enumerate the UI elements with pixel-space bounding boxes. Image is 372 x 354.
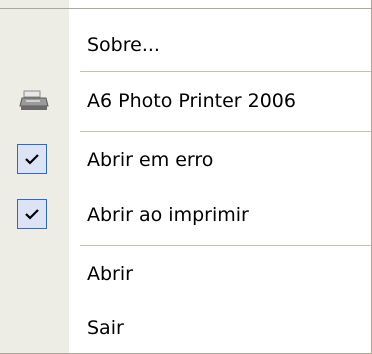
menu-item-label: A6 Photo Printer 2006 bbox=[87, 90, 296, 112]
menu-item-abrir[interactable]: Abrir bbox=[0, 252, 371, 296]
menu-item-label: Abrir ao imprimir bbox=[87, 204, 249, 226]
menu-top-border bbox=[0, 8, 371, 9]
menu-item-label: Sobre... bbox=[87, 34, 160, 56]
check-icon bbox=[17, 144, 47, 174]
menu-item-sobre[interactable]: Sobre... bbox=[0, 23, 371, 67]
menu-item-sair[interactable]: Sair bbox=[0, 306, 371, 350]
printer-icon bbox=[19, 89, 49, 118]
menu-item-label: Sair bbox=[87, 317, 124, 339]
menu-item-abrir-ao-imprimir[interactable]: Abrir ao imprimir bbox=[0, 193, 371, 237]
menu-item-label: Abrir bbox=[87, 263, 133, 285]
menu-item-printer[interactable]: A6 Photo Printer 2006 bbox=[0, 79, 371, 123]
menu-separator bbox=[80, 131, 371, 132]
menu-separator bbox=[80, 245, 371, 246]
menu-item-label: Abrir em erro bbox=[87, 149, 214, 171]
menu-item-abrir-em-erro[interactable]: Abrir em erro bbox=[0, 138, 371, 182]
context-menu: Sobre... A6 Photo Printer 2006 Abrir em … bbox=[0, 0, 372, 354]
menu-separator bbox=[80, 71, 371, 72]
check-icon bbox=[17, 199, 47, 229]
